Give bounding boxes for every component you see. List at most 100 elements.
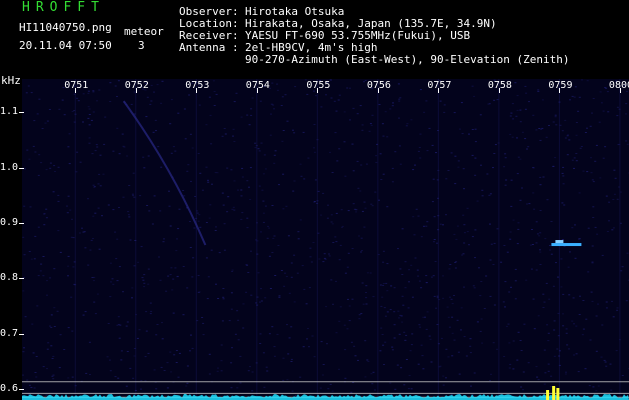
noise-speck — [288, 292, 291, 294]
noise-speck — [90, 239, 93, 241]
noise-speck — [560, 258, 563, 260]
noise-speck — [404, 287, 407, 289]
noise-speck — [462, 253, 465, 255]
noise-speck — [354, 355, 357, 357]
x-tick-mark — [438, 88, 440, 93]
detection-type-label: meteor — [124, 25, 164, 38]
x-tick-mark — [377, 88, 379, 93]
noise-speck — [504, 281, 507, 283]
noise-speck — [78, 232, 81, 234]
noise-speck — [50, 345, 53, 347]
noise-speck — [348, 320, 351, 322]
noise-speck — [436, 295, 439, 297]
noise-speck — [439, 223, 442, 225]
noise-speck — [37, 275, 40, 277]
noise-speck — [43, 224, 46, 226]
noise-speck — [539, 184, 542, 186]
noise-speck — [596, 233, 599, 235]
noise-speck — [600, 356, 603, 358]
noise-speck — [359, 190, 362, 192]
noise-speck — [221, 320, 224, 322]
noise-speck — [48, 109, 51, 110]
noise-speck — [202, 334, 205, 336]
x-tick-label: 0753 — [185, 80, 210, 91]
noise-speck — [234, 333, 237, 335]
noise-speck — [133, 196, 136, 198]
x-tick-label: 0752 — [124, 80, 149, 91]
noise-speck — [399, 163, 402, 165]
noise-speck — [398, 100, 401, 102]
noise-speck — [410, 119, 413, 121]
noise-speck — [474, 141, 477, 143]
noise-speck — [369, 272, 372, 274]
noise-speck — [136, 337, 139, 339]
noise-speck — [160, 166, 163, 168]
noise-speck — [365, 297, 368, 299]
noise-speck — [419, 133, 422, 135]
noise-speck — [51, 358, 54, 359]
noise-speck — [516, 109, 519, 111]
noise-speck — [347, 298, 349, 300]
noise-speck — [535, 129, 538, 131]
noise-speck — [132, 172, 135, 174]
noise-speck — [160, 366, 163, 368]
noise-speck — [159, 279, 162, 281]
noise-speck — [571, 320, 574, 322]
noise-speck — [117, 316, 120, 318]
noise-speck — [494, 144, 497, 146]
noise-speck — [618, 108, 621, 110]
noise-speck — [545, 282, 548, 284]
noise-speck — [262, 173, 265, 175]
noise-speck — [585, 318, 588, 320]
noise-speck — [508, 367, 511, 369]
noise-speck — [257, 272, 260, 274]
noise-speck — [415, 208, 418, 210]
noise-speck — [378, 199, 380, 201]
noise-speck — [398, 333, 401, 335]
noise-speck — [141, 277, 144, 279]
noise-speck — [401, 228, 404, 230]
noise-speck — [458, 373, 461, 375]
noise-speck — [554, 114, 557, 116]
noise-speck — [433, 239, 436, 240]
noise-speck — [299, 376, 302, 378]
noise-speck — [382, 261, 385, 263]
noise-speck — [398, 98, 401, 100]
noise-speck — [107, 323, 110, 324]
noise-speck — [268, 227, 271, 229]
noise-speck — [492, 342, 495, 344]
noise-speck — [191, 347, 194, 349]
noise-speck — [250, 294, 253, 296]
noise-speck — [549, 249, 552, 251]
noise-speck — [527, 362, 530, 364]
noise-speck — [366, 272, 369, 274]
spectrogram-canvas — [22, 79, 629, 400]
noise-speck — [277, 245, 280, 246]
noise-speck — [361, 210, 364, 212]
noise-speck — [160, 102, 163, 104]
noise-speck — [138, 329, 141, 331]
noise-speck — [471, 154, 474, 156]
noise-speck — [213, 91, 216, 92]
noise-speck — [260, 300, 263, 302]
noise-speck — [504, 184, 507, 186]
noise-speck — [327, 204, 329, 206]
noise-speck — [150, 100, 153, 102]
noise-speck — [386, 311, 389, 313]
noise-speck — [511, 103, 514, 105]
noise-speck — [611, 300, 613, 302]
noise-speck — [483, 308, 486, 309]
noise-speck — [263, 386, 266, 388]
noise-speck — [290, 358, 293, 360]
noise-speck — [130, 103, 133, 105]
noise-speck — [451, 332, 454, 334]
noise-speck — [326, 217, 329, 219]
noise-speck — [302, 131, 305, 133]
noise-speck — [174, 267, 177, 269]
noise-speck — [43, 213, 46, 214]
noise-speck — [382, 284, 385, 286]
noise-speck — [87, 92, 90, 94]
noise-speck — [109, 82, 112, 84]
x-tick-label: 0757 — [427, 80, 452, 91]
noise-speck — [260, 231, 262, 233]
